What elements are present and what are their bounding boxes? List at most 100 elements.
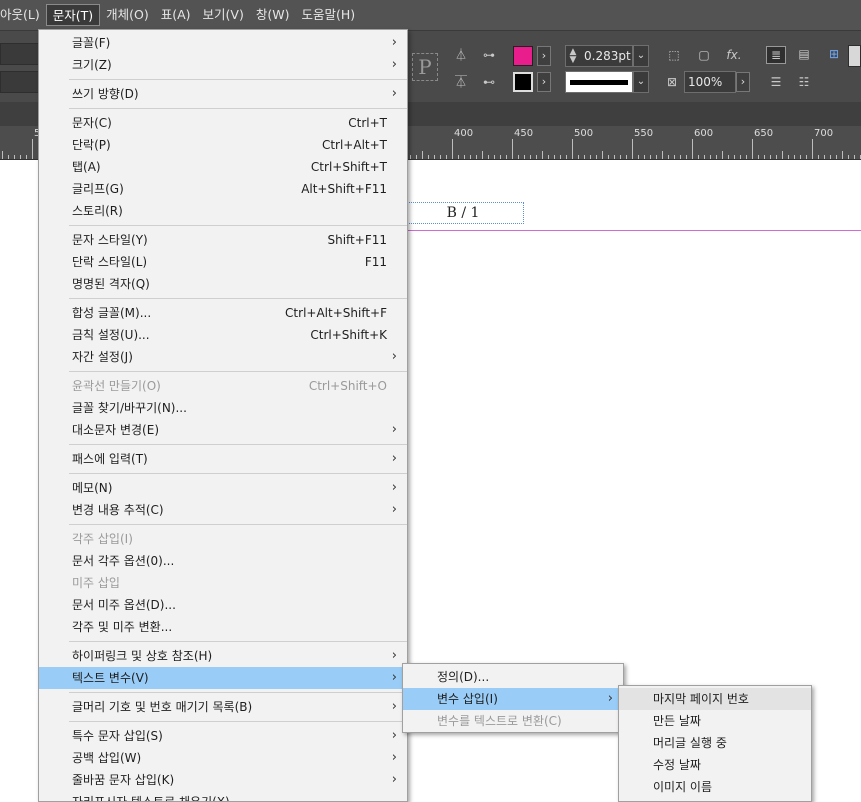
type-menu-item-24[interactable]: 각주 및 미주 변환... [39,616,407,638]
frame-select-icon[interactable]: ⊞ [826,46,842,62]
ruler-tick [830,155,831,159]
chevron-right-icon: › [391,772,397,787]
menu-help[interactable]: 도움말(H) [295,4,361,26]
ruler-tick [548,155,549,159]
type-menu-item-30[interactable]: 줄바꿈 문자 삽입(K) › [39,769,407,791]
corner-options-icon[interactable]: ⬚ [664,47,684,63]
menu-layout[interactable]: 아웃(L) [0,4,46,26]
type-menu-item-28[interactable]: 특수 문자 삽입(S) › [39,725,407,747]
reference-field-bottom[interactable] [0,71,40,93]
chevron-right-icon: › [391,502,397,517]
ruler-tick [776,155,777,159]
menu-item-label: 문서 미주 옵션(D)... [72,598,176,612]
type-menu-item-1[interactable]: 크기(Z) › [39,54,407,76]
menu-object[interactable]: 개체(O) [100,4,155,26]
shadow-icon[interactable]: ▢ [694,47,714,63]
ruler-tick [608,155,609,159]
distribute-bottom-icon[interactable]: ⊷ [478,74,500,90]
stroke-type-dropdown[interactable]: ⌄ [633,71,649,93]
ruler-tick [530,155,531,159]
fill-swatch[interactable] [513,46,533,66]
menu-view[interactable]: 보기(V) [197,4,250,26]
ruler-tick [842,151,843,159]
type-menu-item-0[interactable]: 글꼴(F) › [39,32,407,54]
menu-window[interactable]: 창(W) [250,4,296,26]
type-menu-item-18[interactable]: 메모(N) › [39,477,407,499]
stroke-type-select[interactable] [565,71,633,93]
right-field[interactable] [848,45,861,67]
ruler-tick [416,155,417,159]
ruler-tick [680,155,681,159]
text-wrap-alt-icon[interactable]: ▤ [794,46,814,62]
type-menu-item-31[interactable]: 자리표시자 텍스트로 채우기(X) [39,791,407,801]
menu-item-label: 글리프(G) [72,182,124,196]
menu-item-label: 문서 각주 옵션(0)... [72,554,175,568]
menu-item-shortcut: F11 [364,255,387,269]
stroke-weight-dropdown[interactable]: ⌄ [633,45,649,67]
insert-variable-menu-item-1[interactable]: 만든 날짜 [619,710,811,732]
type-menu-item-11[interactable]: 합성 글꼴(M)... Ctrl+Alt+Shift+F [39,302,407,324]
insert-variable-menu-item-4[interactable]: 이미지 이름 [619,776,811,798]
opacity-input[interactable]: 100% [684,71,736,93]
type-menu-item-19[interactable]: 변경 내용 추적(C) › [39,499,407,521]
ruler-tick [806,155,807,159]
type-menu-item-9[interactable]: 단락 스타일(L) F11 [39,251,407,273]
ruler-tick [758,155,759,159]
menu-item-label: 특수 문자 삽입(S) [72,729,163,743]
insert-variable-menu-item-0[interactable]: 마지막 페이지 번호 [619,688,811,710]
text-variable-menu-item-0[interactable]: 정의(D)... [403,666,623,688]
type-menu-item-3[interactable]: 문자(C) Ctrl+T [39,112,407,134]
type-menu-item-16[interactable]: 대소문자 변경(E) › [39,419,407,441]
type-menu-item-4[interactable]: 단락(P) Ctrl+Alt+T [39,134,407,156]
opacity-chevron-button[interactable]: › [736,72,750,92]
menu-table[interactable]: 표(A) [155,4,197,26]
text-wrap-icon[interactable]: ≣ [766,46,786,64]
ruler-tick [518,155,519,159]
menu-type[interactable]: 문자(T) [45,4,101,26]
type-menu-item-29[interactable]: 공백 삽입(W) › [39,747,407,769]
ruler-tick [686,155,687,159]
type-menu-item-6[interactable]: 글리프(G) Alt+Shift+F11 [39,178,407,200]
ruler-label: 700 [814,128,834,139]
menu-separator [69,641,407,642]
distribute-icon[interactable]: ⊶ [478,47,500,63]
stroke-chevron-button[interactable]: › [537,72,551,92]
menu-separator [69,692,407,693]
fill-chevron-button[interactable]: › [537,46,551,66]
ruler-tick [734,155,735,159]
align-center-icon[interactable]: ☰ [766,74,786,90]
type-menu-item-13[interactable]: 자간 설정(J) › [39,346,407,368]
type-menu-item-12[interactable]: 금칙 설정(U)... Ctrl+Shift+K [39,324,407,346]
ruler-tick [716,155,717,159]
align-justify-icon[interactable]: ☷ [794,74,814,90]
type-menu-item-8[interactable]: 문자 스타일(Y) Shift+F11 [39,229,407,251]
type-menu-item-10[interactable]: 명명된 격자(Q) [39,273,407,295]
page-number-frame[interactable]: B / 1 [402,202,524,224]
insert-variable-menu-item-3[interactable]: 수정 날짜 [619,754,811,776]
menu-separator [69,298,407,299]
align-top-icon[interactable]: ⏃ [452,47,470,63]
type-menu-item-7[interactable]: 스토리(R) [39,200,407,222]
menu-separator [69,108,407,109]
type-menu-item-5[interactable]: 탭(A) Ctrl+Shift+T [39,156,407,178]
type-menu-item-2[interactable]: 쓰기 방향(D) › [39,83,407,105]
stepper-icon[interactable]: ▲ ▼ [566,48,580,65]
ruler-tick [14,155,15,159]
reference-field-top[interactable] [0,43,40,65]
type-menu-item-25[interactable]: 하이퍼링크 및 상호 참조(H) › [39,645,407,667]
ruler-tick [704,155,705,159]
type-menu-item-15[interactable]: 글꼴 찾기/바꾸기(N)... [39,397,407,419]
type-menu-item-21[interactable]: 문서 각주 옵션(0)... [39,550,407,572]
align-bottom-icon[interactable]: ⏄ [452,74,470,90]
type-menu-item-27[interactable]: 글머리 기호 및 번호 매기기 목록(B) › [39,696,407,718]
type-menu-item-26[interactable]: 텍스트 변수(V) › [39,667,407,689]
stroke-swatch[interactable] [513,72,533,92]
type-menu-item-17[interactable]: 패스에 입력(T) › [39,448,407,470]
type-menu-item-23[interactable]: 문서 미주 옵션(D)... [39,594,407,616]
text-variable-menu-item-1[interactable]: 변수 삽입(I) › [403,688,623,710]
text-variable-menu-item-2: 변수를 텍스트로 변환(C) [403,710,623,732]
menu-separator [69,473,407,474]
menu-item-label: 각주 삽입(I) [72,532,133,546]
fx-icon[interactable]: fx. [722,47,746,63]
insert-variable-menu-item-2[interactable]: 머리글 실행 중 [619,732,811,754]
